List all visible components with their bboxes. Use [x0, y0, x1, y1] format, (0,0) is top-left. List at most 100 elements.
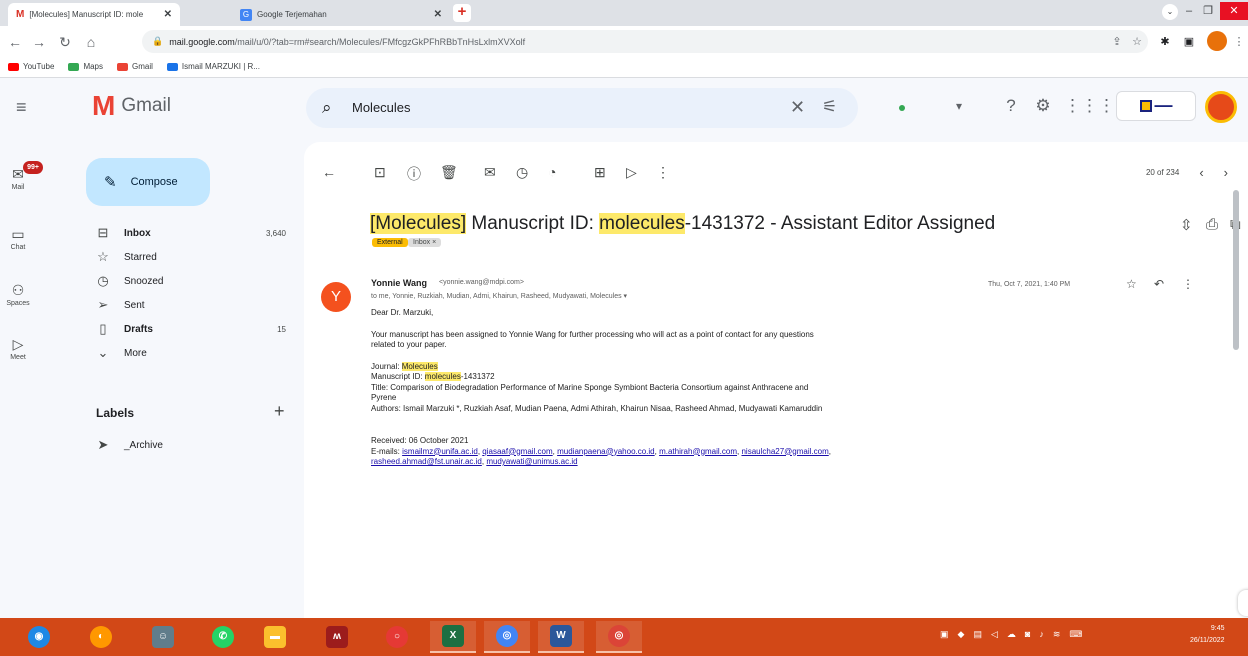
side-panel-toggle[interactable]: [1238, 590, 1248, 616]
inbox-label-chip[interactable]: Inbox ×: [408, 238, 442, 247]
rail-spaces[interactable]: ⚇ Spaces: [0, 282, 36, 307]
taskbar-file-explorer[interactable]: ▬: [252, 621, 298, 653]
nav-item-snoozed[interactable]: ◷ Snoozed: [86, 269, 300, 293]
search-icon[interactable]: ⌕: [322, 98, 332, 118]
share-icon[interactable]: ⇪: [1110, 35, 1124, 49]
nav-item-drafts[interactable]: ▯ Drafts 15: [86, 317, 300, 341]
address-bar[interactable]: 🔒 mail.google.com /mail/u/0/?tab=rm#sear…: [142, 30, 1148, 53]
onedrive-icon[interactable]: ☁: [1007, 629, 1016, 640]
close-tab-icon[interactable]: ✕: [434, 9, 442, 20]
mark-unread-icon[interactable]: ✉: [484, 164, 496, 181]
account-avatar[interactable]: [1205, 91, 1237, 123]
email-link[interactable]: mudyawati@unimus.ac.id: [486, 457, 577, 466]
antivirus-icon[interactable]: ◆: [958, 629, 965, 640]
search-input[interactable]: Molecules: [352, 100, 411, 115]
apps-grid-icon[interactable]: ⋮⋮⋮: [1064, 95, 1115, 117]
browser-menu-icon[interactable]: ⋮: [1232, 35, 1246, 49]
sender-avatar[interactable]: Y: [321, 282, 351, 312]
nav-item-inbox[interactable]: ⊟ Inbox 3,640: [86, 221, 300, 245]
report-spam-icon[interactable]: ⓘ: [407, 164, 421, 184]
rail-chat[interactable]: ▭ Chat: [0, 226, 36, 251]
restore-icon[interactable]: ❐: [1199, 2, 1217, 20]
taskbar-clock[interactable]: 9:45 26/11/2022: [1190, 623, 1225, 647]
snooze-icon[interactable]: ◷: [516, 164, 528, 181]
nav-item-starred[interactable]: ☆ Starred: [86, 245, 300, 269]
battery-icon[interactable]: ▤: [973, 629, 982, 640]
label-icon[interactable]: ▷: [626, 164, 637, 181]
clear-search-icon[interactable]: ✕: [790, 97, 805, 118]
move-to-icon[interactable]: ⊞: [594, 164, 606, 181]
help-icon[interactable]: ?: [1000, 95, 1022, 117]
delete-icon[interactable]: 🗑: [440, 164, 458, 181]
email-link[interactable]: nisaulcha27@gmail.com: [741, 447, 828, 456]
print-icon[interactable]: ⎙: [1206, 216, 1218, 233]
expand-all-icon[interactable]: ⇳: [1180, 216, 1193, 234]
back-arrow-icon[interactable]: ←: [6, 33, 24, 51]
display-icon[interactable]: ◙: [1025, 629, 1030, 640]
rail-meet[interactable]: ▷ Meet: [0, 336, 36, 361]
taskbar-chrome-profile[interactable]: ◎: [484, 621, 530, 653]
sidepanel-icon[interactable]: ▣: [1182, 35, 1196, 49]
taskbar-chrome[interactable]: ◎: [596, 621, 642, 653]
scrollbar-thumb[interactable]: [1233, 190, 1239, 350]
reply-icon[interactable]: ↶: [1154, 277, 1164, 291]
home-icon[interactable]: ⌂: [82, 33, 100, 51]
email-link[interactable]: rasheed.ahmad@fst.unair.ac.id: [371, 457, 482, 466]
new-tab-button[interactable]: +: [453, 4, 471, 22]
add-task-icon[interactable]: ◔: [548, 164, 556, 180]
label-item-archive[interactable]: ➤ _Archive: [86, 433, 300, 457]
close-tab-icon[interactable]: ✕: [164, 9, 172, 20]
main-menu-icon[interactable]: ≡: [16, 98, 36, 116]
newer-chevron-icon[interactable]: ‹: [1199, 165, 1203, 180]
wifi-icon[interactable]: ≋: [1053, 629, 1061, 640]
bookmark-star-icon[interactable]: ☆: [1130, 35, 1144, 49]
status-dropdown-icon[interactable]: ▾: [956, 99, 962, 113]
speaker-icon[interactable]: ♪: [1039, 629, 1044, 640]
volume-icon[interactable]: ◁: [991, 629, 998, 640]
network-icon[interactable]: ▣: [940, 629, 949, 640]
bookmark-gmail[interactable]: Gmail: [117, 62, 153, 71]
tab-google-translate[interactable]: G Google Terjemahan ✕: [232, 3, 450, 26]
forward-arrow-icon[interactable]: →: [30, 33, 48, 51]
start-button[interactable]: ◉: [16, 621, 62, 653]
tab-gmail[interactable]: M [Molecules] Manuscript ID: mole ✕: [8, 3, 180, 26]
reload-icon[interactable]: ↻: [56, 33, 74, 51]
email-link[interactable]: mudianpaena@yahoo.co.id: [557, 447, 655, 456]
tab-search-icon[interactable]: ⌄: [1162, 4, 1178, 20]
older-chevron-icon[interactable]: ›: [1224, 165, 1228, 180]
back-to-results-icon[interactable]: ←: [322, 164, 336, 180]
more-options-icon[interactable]: ⋮: [656, 164, 670, 181]
email-link[interactable]: m.athirah@gmail.com: [659, 447, 737, 456]
minimize-icon[interactable]: –: [1180, 2, 1198, 20]
email-link[interactable]: ismailmz@unifa.ac.id: [402, 447, 478, 456]
bookmark-researchgate[interactable]: Ismail MARZUKI | R...: [166, 62, 260, 71]
taskbar-whatsapp[interactable]: ✆: [200, 621, 246, 653]
sender-name[interactable]: Yonnie Wang: [371, 278, 427, 288]
message-more-icon[interactable]: ⋮: [1182, 277, 1194, 291]
recipients-line[interactable]: to me, Yonnie, Ruzkiah, Mudian, Admi, Kh…: [371, 292, 627, 300]
taskbar-app-red[interactable]: ○: [374, 621, 420, 653]
nav-item-more[interactable]: ⌄ More: [86, 341, 300, 365]
compose-button[interactable]: ✎ Compose: [86, 158, 210, 206]
gmail-logo[interactable]: M Gmail: [92, 92, 171, 120]
bookmark-youtube[interactable]: YouTube: [8, 62, 54, 71]
add-label-icon[interactable]: +: [274, 401, 285, 422]
close-window-icon[interactable]: ✕: [1220, 2, 1248, 20]
browser-profile-avatar[interactable]: [1207, 31, 1227, 51]
taskbar-firefox[interactable]: ◐: [78, 621, 124, 653]
taskbar-word[interactable]: W: [538, 621, 584, 653]
active-status-icon[interactable]: [899, 105, 905, 111]
nav-item-sent[interactable]: ➢ Sent: [86, 293, 300, 317]
search-options-icon[interactable]: ⚟: [822, 97, 837, 117]
taskbar-users[interactable]: ☺: [140, 621, 186, 653]
taskbar-mendeley[interactable]: ʍ: [314, 621, 360, 653]
language-icon[interactable]: ⌨: [1069, 629, 1082, 640]
email-link[interactable]: qiasaaf@gmail.com: [482, 447, 552, 456]
extensions-icon[interactable]: ✱: [1158, 35, 1172, 49]
settings-gear-icon[interactable]: ⚙: [1032, 95, 1054, 117]
archive-icon[interactable]: ⊡: [374, 164, 386, 181]
bookmark-maps[interactable]: Maps: [68, 62, 103, 71]
search-bar[interactable]: ⌕ Molecules ✕ ⚟: [306, 88, 858, 128]
star-icon[interactable]: ☆: [1126, 277, 1137, 291]
taskbar-excel[interactable]: X: [430, 621, 476, 653]
